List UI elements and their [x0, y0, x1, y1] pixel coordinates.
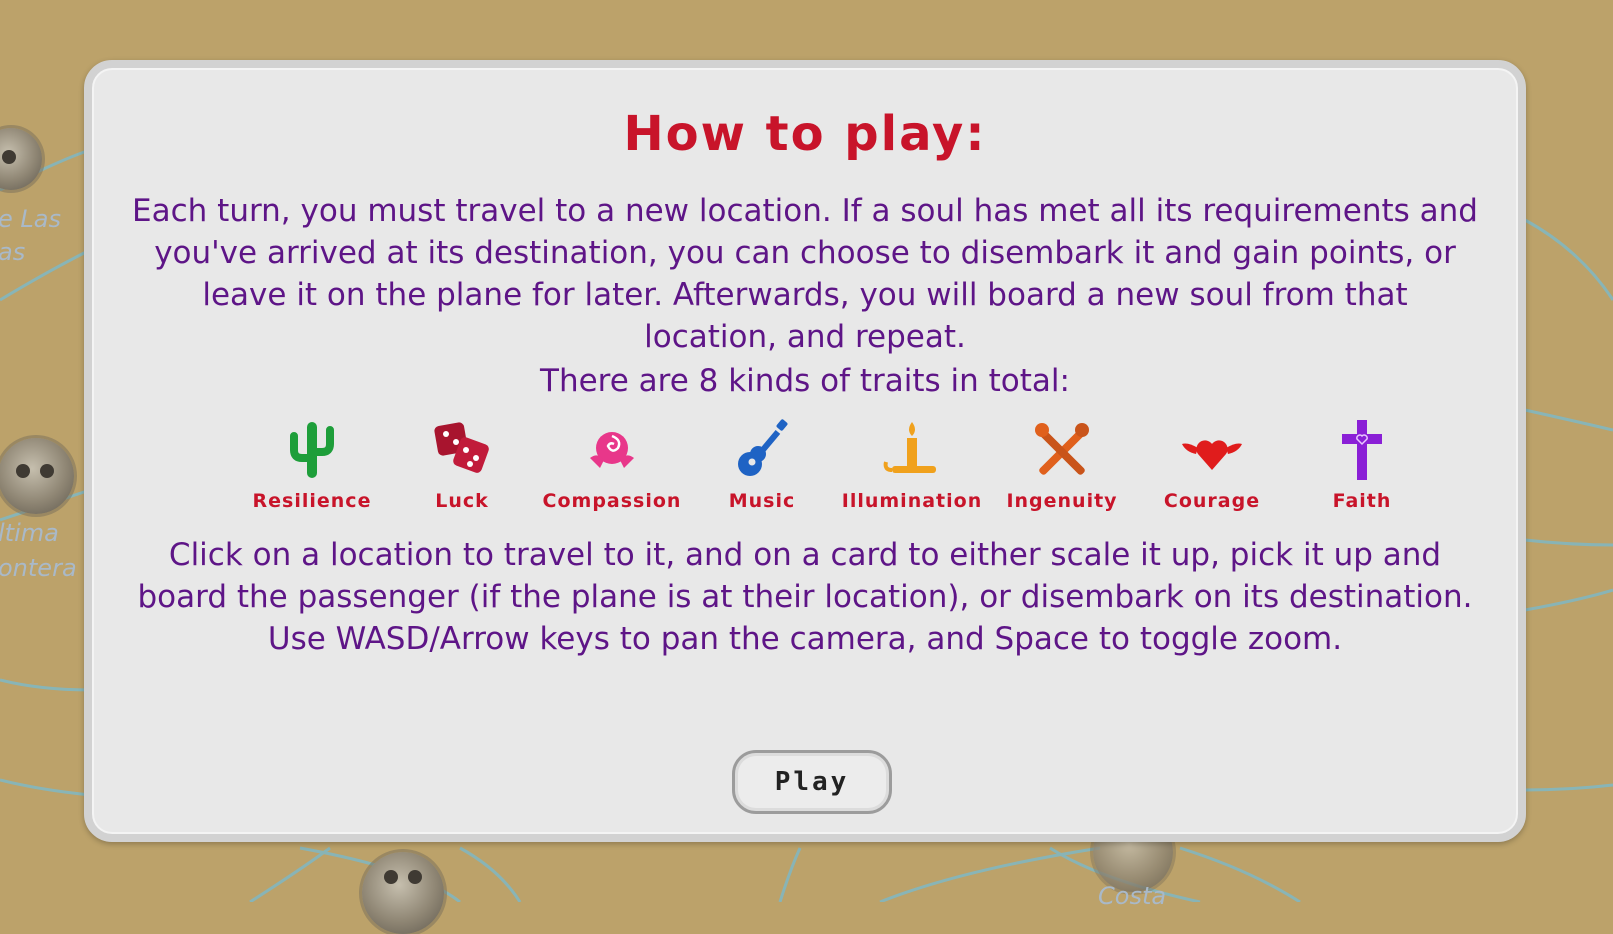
guitar-icon: [738, 419, 788, 476]
cross-icon: [1342, 420, 1382, 480]
map-location-marker[interactable]: [0, 438, 74, 514]
tools-icon: [1035, 423, 1089, 475]
trait-compassion: Compassion: [537, 418, 687, 512]
trait-label: Luck: [435, 490, 489, 512]
trait-luck: Luck: [387, 418, 537, 512]
trait-illumination: Illumination: [837, 418, 987, 512]
trait-label: Music: [728, 490, 796, 512]
intro-text: Each turn, you must travel to a new loca…: [132, 193, 1478, 355]
map-location-label: as: [0, 238, 26, 266]
how-to-play-dialog: How to play: Each turn, you must travel …: [84, 60, 1526, 842]
trait-music: Music: [687, 418, 837, 512]
candle-icon: [883, 422, 936, 473]
trait-label: Resilience: [252, 490, 372, 512]
skull-eye-icon: [40, 464, 54, 478]
trait-resilience: Resilience: [237, 418, 387, 512]
skull-eye-icon: [2, 150, 16, 164]
trait-label: Courage: [1163, 490, 1261, 512]
winged-heart-icon: [1182, 440, 1242, 470]
trait-label: Faith: [1332, 490, 1392, 512]
map-location-label: e Las: [0, 205, 61, 233]
map-location-marker[interactable]: [362, 852, 444, 934]
trait-label: Illumination: [841, 490, 983, 512]
dice-icon: [434, 422, 489, 473]
trait-label: Compassion: [542, 490, 682, 512]
cactus-icon: [290, 422, 334, 478]
trait-label: Ingenuity: [1006, 490, 1118, 512]
dialog-title: How to play:: [623, 106, 987, 162]
play-button[interactable]: Play: [732, 750, 892, 814]
skull-eye-icon: [16, 464, 30, 478]
trait-courage: Courage: [1137, 418, 1287, 512]
trait-ingenuity: Ingenuity: [987, 418, 1137, 512]
skull-eye-icon: [408, 870, 422, 884]
map-location-label: ltima: [0, 519, 59, 547]
skull-eye-icon: [384, 870, 398, 884]
map-location-label: ontera: [0, 554, 77, 582]
traits-heading: There are 8 kinds of traits in total:: [540, 363, 1070, 399]
trait-faith: Faith: [1287, 418, 1437, 512]
map-location-label: Costa: [1098, 882, 1167, 910]
rose-icon: [590, 432, 634, 468]
controls-text: Click on a location to travel to it, and…: [137, 537, 1473, 657]
